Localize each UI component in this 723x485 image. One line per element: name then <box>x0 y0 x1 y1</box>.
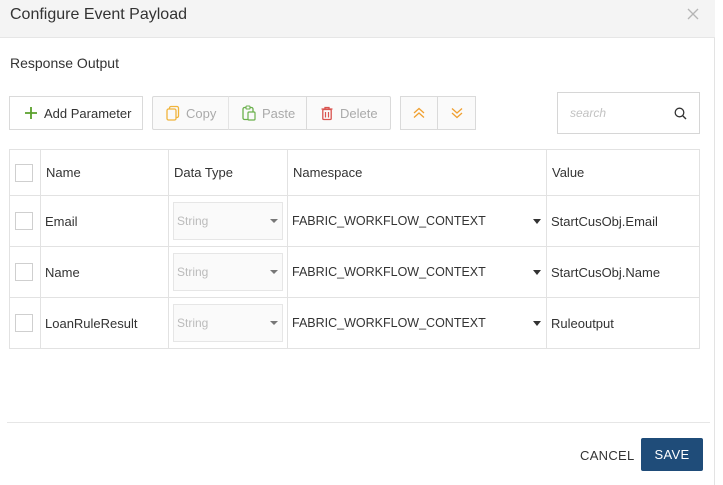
row-data-type-cell: String <box>168 297 288 349</box>
row-data-type-cell: String <box>168 195 288 247</box>
row-data-type-cell: String <box>168 246 288 298</box>
row-namespace-cell: FABRIC_WORKFLOW_CONTEXT <box>287 195 547 247</box>
namespace-select[interactable]: FABRIC_WORKFLOW_CONTEXT <box>292 202 544 240</box>
row-namespace-cell: FABRIC_WORKFLOW_CONTEXT <box>287 246 547 298</box>
namespace-value: FABRIC_WORKFLOW_CONTEXT <box>292 316 486 330</box>
save-button[interactable]: SAVE <box>641 438 703 471</box>
dialog-title: Configure Event Payload <box>10 6 187 23</box>
search-box <box>557 92 700 134</box>
row-checkbox-cell <box>9 246 41 298</box>
chevron-down-icon <box>270 321 278 325</box>
row-value[interactable]: Ruleoutput <box>546 297 700 349</box>
namespace-select[interactable]: FABRIC_WORKFLOW_CONTEXT <box>292 304 544 342</box>
chevron-down-icon <box>533 219 541 224</box>
paste-icon <box>242 105 256 121</box>
header-checkbox-cell <box>9 149 41 196</box>
double-chevron-up-icon <box>413 107 425 118</box>
footer-divider <box>7 422 710 423</box>
data-type-value: String <box>177 316 209 330</box>
data-type-select[interactable]: String <box>173 253 283 291</box>
configure-event-payload-dialog: Configure Event Payload Response Output … <box>0 0 715 485</box>
row-checkbox-cell <box>9 297 41 349</box>
table-header-row: Name Data Type Namespace Value <box>9 149 700 196</box>
chevron-down-icon <box>270 270 278 274</box>
copy-icon <box>166 105 180 121</box>
row-value[interactable]: StartCusObj.Name <box>546 246 700 298</box>
double-chevron-down-icon <box>451 108 462 119</box>
search-input[interactable] <box>559 94 669 132</box>
cancel-button[interactable]: CANCEL <box>580 448 635 463</box>
copy-label: Copy <box>186 105 217 121</box>
column-header-data-type[interactable]: Data Type <box>168 149 288 196</box>
close-icon[interactable] <box>687 8 699 20</box>
add-parameter-button[interactable]: Add Parameter <box>9 96 143 130</box>
data-type-value: String <box>177 265 209 279</box>
namespace-value: FABRIC_WORKFLOW_CONTEXT <box>292 265 486 279</box>
data-type-value: String <box>177 214 209 228</box>
paste-button[interactable]: Paste <box>228 96 307 130</box>
data-type-select[interactable]: String <box>173 304 283 342</box>
chevron-down-icon <box>533 270 541 275</box>
dialog-header: Configure Event Payload <box>0 0 715 38</box>
data-type-select[interactable]: String <box>173 202 283 240</box>
chevron-down-icon <box>533 321 541 326</box>
column-header-namespace[interactable]: Namespace <box>287 149 547 196</box>
select-all-checkbox[interactable] <box>15 163 33 182</box>
table-row: Email String FABRIC_WORKFLOW_CONTEXT Sta… <box>9 195 700 247</box>
row-namespace-cell: FABRIC_WORKFLOW_CONTEXT <box>287 297 547 349</box>
row-value[interactable]: StartCusObj.Email <box>546 195 700 247</box>
move-down-button[interactable] <box>437 96 476 130</box>
row-name[interactable]: LoanRuleResult <box>40 297 169 349</box>
search-icon[interactable] <box>674 107 687 120</box>
row-checkbox[interactable] <box>15 263 33 281</box>
copy-button[interactable]: Copy <box>152 96 229 130</box>
row-name[interactable]: Name <box>40 246 169 298</box>
namespace-select[interactable]: FABRIC_WORKFLOW_CONTEXT <box>292 253 544 291</box>
delete-label: Delete <box>340 105 378 121</box>
add-parameter-label: Add Parameter <box>44 105 132 121</box>
row-checkbox-cell <box>9 195 41 247</box>
chevron-down-icon <box>270 219 278 223</box>
delete-button[interactable]: Delete <box>306 96 391 130</box>
table-row: Name String FABRIC_WORKFLOW_CONTEXT Star… <box>9 246 700 298</box>
section-label: Response Output <box>10 55 119 71</box>
paste-label: Paste <box>262 105 296 121</box>
row-name[interactable]: Email <box>40 195 169 247</box>
namespace-value: FABRIC_WORKFLOW_CONTEXT <box>292 214 486 228</box>
column-header-name[interactable]: Name <box>40 149 169 196</box>
parameters-table: Name Data Type Namespace Value Email Str… <box>9 149 700 349</box>
trash-icon <box>321 106 333 121</box>
column-header-value[interactable]: Value <box>546 149 700 196</box>
row-checkbox[interactable] <box>15 212 33 230</box>
row-checkbox[interactable] <box>15 314 33 332</box>
table-row: LoanRuleResult String FABRIC_WORKFLOW_CO… <box>9 297 700 349</box>
plus-icon <box>25 107 37 119</box>
move-up-button[interactable] <box>400 96 438 130</box>
